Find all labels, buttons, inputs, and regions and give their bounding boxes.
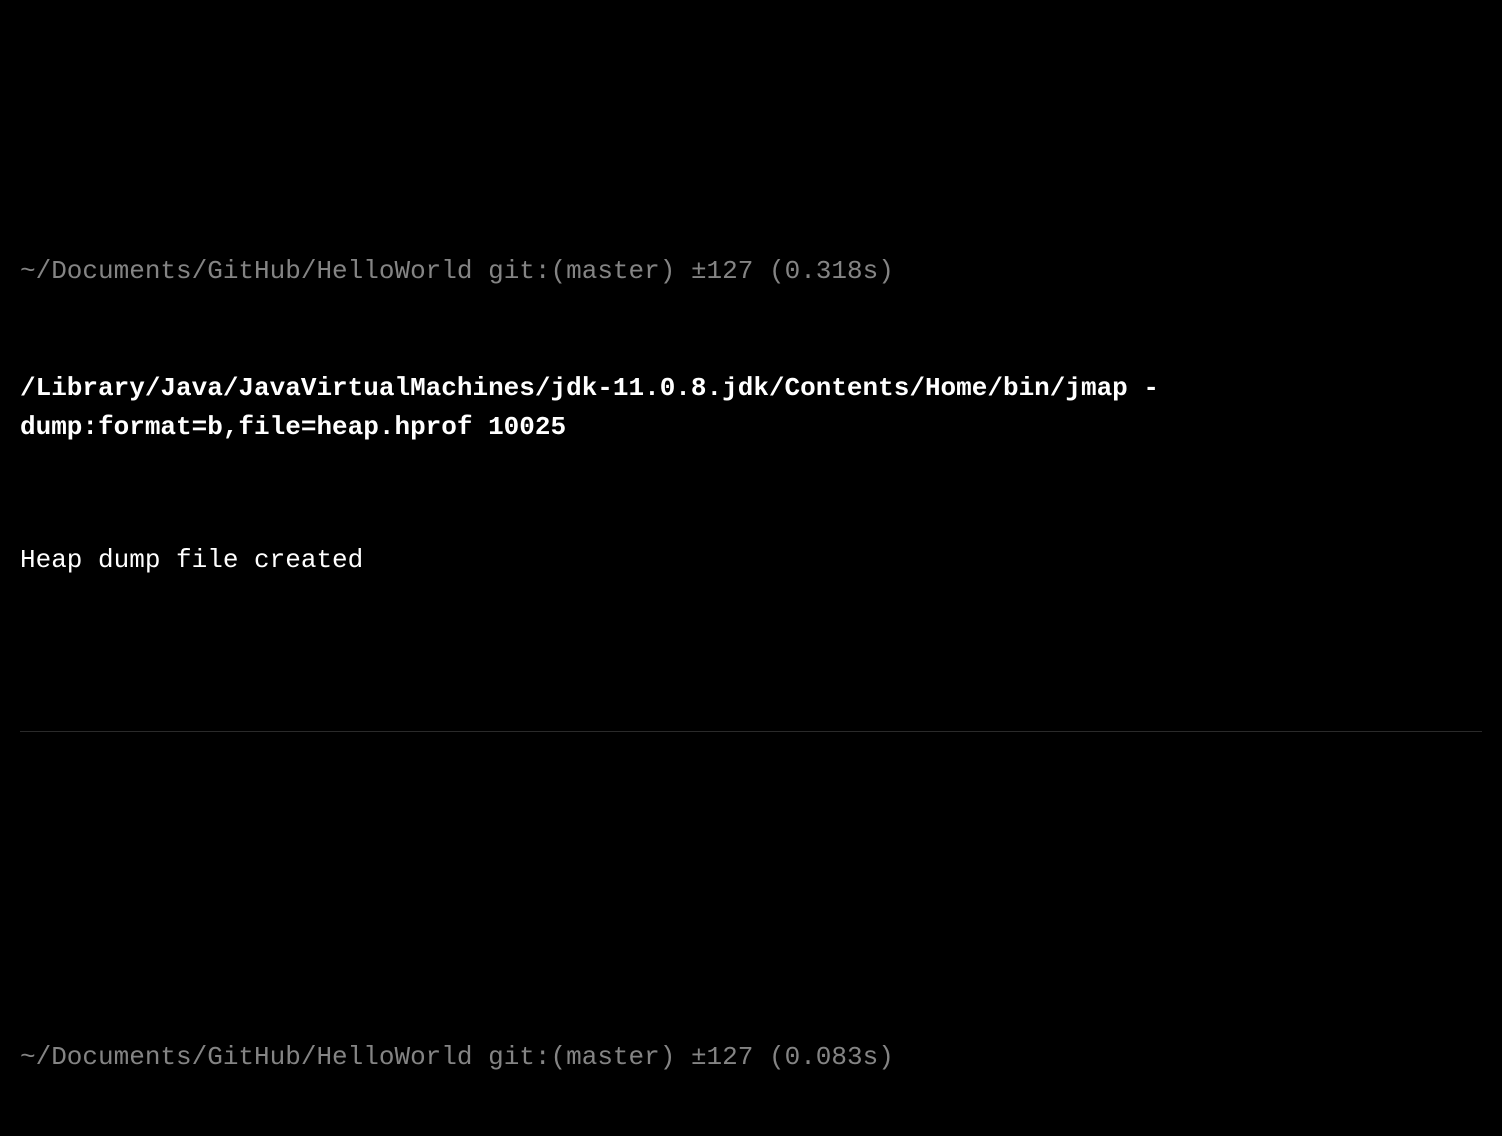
output-text: Heap dump file created [20, 545, 363, 575]
prompt-branch: (master) [551, 256, 676, 286]
prompt-branch: (master) [551, 1042, 676, 1072]
prompt-cwd: ~/Documents/GitHub/HelloWorld [20, 256, 472, 286]
prompt-status: ±127 [691, 256, 753, 286]
prompt-timing: (0.318s) [769, 256, 894, 286]
command-output: Heap dump file created [20, 541, 1482, 580]
prompt-timing: (0.083s) [769, 1042, 894, 1072]
prompt-status: ±127 [691, 1042, 753, 1072]
prompt-git-label: git: [488, 1042, 550, 1072]
block-divider [20, 731, 1482, 732]
prompt-cwd: ~/Documents/GitHub/HelloWorld [20, 1042, 472, 1072]
terminal-block-2: ~/Documents/GitHub/HelloWorld git:(maste… [20, 960, 1482, 1136]
prompt-git-label: git: [488, 256, 550, 286]
shell-prompt: ~/Documents/GitHub/HelloWorld git:(maste… [20, 252, 1482, 291]
terminal-block-1: ~/Documents/GitHub/HelloWorld git:(maste… [20, 174, 1482, 619]
command-line[interactable]: /Library/Java/JavaVirtualMachines/jdk-11… [20, 369, 1482, 447]
shell-prompt: ~/Documents/GitHub/HelloWorld git:(maste… [20, 1038, 1482, 1077]
command-text: /Library/Java/JavaVirtualMachines/jdk-11… [20, 373, 1159, 442]
